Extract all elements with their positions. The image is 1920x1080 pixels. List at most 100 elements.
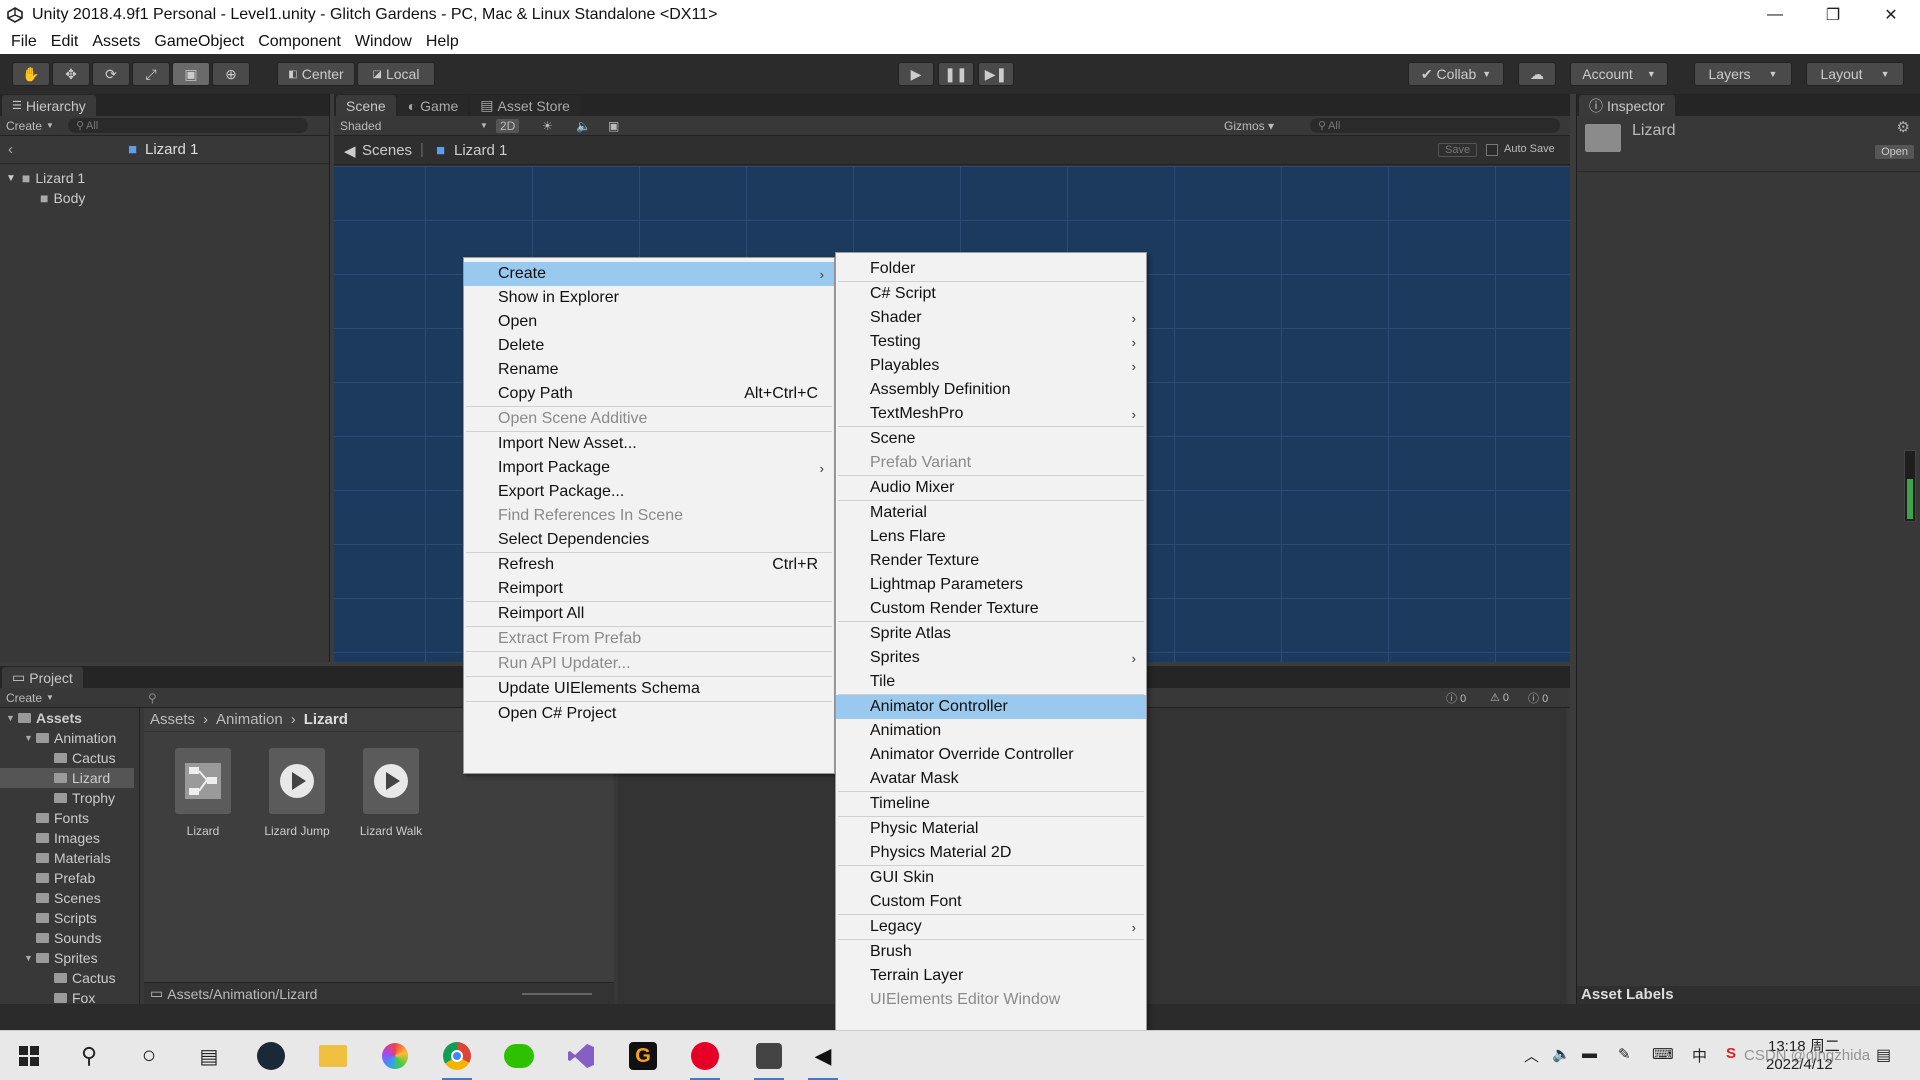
scale-tool-icon[interactable]: ⤢ bbox=[132, 62, 170, 86]
volume-icon[interactable]: 🔈 bbox=[1552, 1045, 1571, 1063]
create-menu-item-physics-material-2d[interactable]: Physics Material 2D bbox=[836, 841, 1146, 865]
effects-icon[interactable]: ▣ bbox=[608, 119, 619, 133]
move-tool-icon[interactable]: ✥ bbox=[52, 62, 90, 86]
gizmos-dropdown[interactable]: Gizmos ▾ bbox=[1224, 119, 1274, 133]
create-menu-item-playables[interactable]: Playables › bbox=[836, 354, 1146, 378]
auto-save-checkbox[interactable] bbox=[1486, 144, 1498, 156]
hierarchy-search-input[interactable]: ⚲ All bbox=[67, 118, 308, 133]
project-folder-materials[interactable]: Materials bbox=[24, 848, 111, 868]
create-menu-item-custom-render-texture[interactable]: Custom Render Texture bbox=[836, 597, 1146, 621]
console-messages-count[interactable]: ⓘ 0 bbox=[1446, 690, 1466, 706]
create-menu-item-audio-mixer[interactable]: Audio Mixer bbox=[836, 476, 1146, 500]
context-menu-item-select-dependencies[interactable]: Select Dependencies bbox=[464, 528, 834, 552]
create-menu-item-animator-override-controller[interactable]: Animator Override Controller bbox=[836, 743, 1146, 767]
pen-icon[interactable]: ✎ bbox=[1618, 1045, 1631, 1063]
breadcrumb-scenes[interactable]: Scenes bbox=[362, 142, 412, 159]
project-folder-scenes[interactable]: Scenes bbox=[24, 888, 101, 908]
menu-file[interactable]: File bbox=[4, 33, 44, 51]
create-menu-item-timeline[interactable]: Timeline bbox=[836, 792, 1146, 816]
task-view-icon[interactable]: ▤ bbox=[192, 1039, 226, 1073]
project-folder-assets[interactable]: ▼ Assets bbox=[6, 708, 82, 728]
maximize-button[interactable]: ❐ bbox=[1804, 0, 1862, 30]
breadcrumb-animation[interactable]: Animation bbox=[216, 711, 283, 728]
project-folder-trophy[interactable]: Trophy bbox=[42, 788, 115, 808]
cloud-icon[interactable]: ☁ bbox=[1518, 62, 1556, 86]
rect-tool-icon[interactable]: ▣ bbox=[172, 62, 210, 86]
wechat-icon[interactable] bbox=[502, 1039, 536, 1073]
menu-component[interactable]: Component bbox=[251, 33, 348, 51]
pivot-center-button[interactable]: ◧ Center bbox=[277, 62, 355, 86]
file-explorer-icon[interactable] bbox=[316, 1039, 350, 1073]
create-menu-item-textmeshpro[interactable]: TextMeshPro › bbox=[836, 402, 1146, 426]
pivot-local-button[interactable]: ◪ Local bbox=[357, 62, 435, 86]
back-arrow-icon[interactable]: ‹ bbox=[8, 141, 13, 158]
create-menu-item-custom-font[interactable]: Custom Font bbox=[836, 890, 1146, 914]
menu-window[interactable]: Window bbox=[348, 33, 419, 51]
context-menu-item-import-package[interactable]: Import Package › bbox=[464, 456, 834, 480]
asset-labels-header[interactable]: Asset Labels bbox=[1577, 986, 1920, 1004]
create-menu-item-shader[interactable]: Shader › bbox=[836, 306, 1146, 330]
unity-editor-icon[interactable]: ◀ bbox=[806, 1039, 840, 1080]
gear-icon[interactable]: ⚙ bbox=[1897, 118, 1910, 136]
tab-scene[interactable]: Scene bbox=[336, 95, 396, 116]
create-menu-item-tile[interactable]: Tile bbox=[836, 670, 1146, 694]
collab-button[interactable]: ✔ Collab ▼ bbox=[1408, 62, 1504, 86]
visual-studio-icon[interactable] bbox=[564, 1039, 598, 1073]
cortana-icon[interactable]: ○ bbox=[132, 1039, 166, 1073]
context-menu-item-show-in-explorer[interactable]: Show in Explorer bbox=[464, 286, 834, 310]
hand-tool-icon[interactable]: ✋ bbox=[12, 62, 50, 86]
create-menu-item-testing[interactable]: Testing › bbox=[836, 330, 1146, 354]
ime-indicator[interactable]: 中 bbox=[1692, 1045, 1707, 1066]
project-folder-sprites[interactable]: ▼ Sprites bbox=[24, 948, 98, 968]
create-menu-item-sprites[interactable]: Sprites › bbox=[836, 646, 1146, 670]
project-folder-animation[interactable]: ▼ Animation bbox=[24, 728, 116, 748]
create-menu-item-folder[interactable]: Folder bbox=[836, 257, 1146, 281]
project-folder-images[interactable]: Images bbox=[24, 828, 100, 848]
create-menu-item-legacy[interactable]: Legacy › bbox=[836, 915, 1146, 939]
app-g-icon[interactable]: G bbox=[626, 1039, 660, 1073]
create-menu-item-gui-skin[interactable]: GUI Skin bbox=[836, 866, 1146, 890]
breadcrumb-lizard[interactable]: Lizard 1 bbox=[454, 142, 507, 159]
asset-lizard-walk[interactable]: Lizard Walk bbox=[346, 748, 436, 838]
tab-game[interactable]: ◐ Game bbox=[397, 95, 469, 116]
tab-asset-store[interactable]: ▤ Asset Store bbox=[470, 95, 580, 116]
hierarchy-create-button[interactable]: Create bbox=[6, 119, 42, 133]
create-menu-item-material[interactable]: Material bbox=[836, 501, 1146, 525]
hierarchy-item-lizard-1[interactable]: ▼ ■ Lizard 1 bbox=[6, 168, 85, 188]
netease-music-icon[interactable] bbox=[688, 1039, 722, 1080]
project-folder-sounds[interactable]: Sounds bbox=[24, 928, 101, 948]
step-button[interactable]: ▶❚ bbox=[978, 62, 1014, 86]
close-button[interactable]: ✕ bbox=[1862, 0, 1920, 30]
layout-dropdown[interactable]: Layout ▼ bbox=[1806, 62, 1904, 86]
menu-help[interactable]: Help bbox=[419, 33, 466, 51]
context-menu-item-copy-path[interactable]: Copy Path Alt+Ctrl+C bbox=[464, 382, 834, 406]
rotate-tool-icon[interactable]: ⟳ bbox=[92, 62, 130, 86]
minimize-button[interactable]: — bbox=[1746, 0, 1804, 30]
zoom-slider[interactable] bbox=[522, 993, 592, 995]
pause-button[interactable]: ❚❚ bbox=[938, 62, 974, 86]
project-folder-cactus[interactable]: Cactus bbox=[42, 968, 116, 988]
console-warnings-count[interactable]: ⚠ 0 bbox=[1490, 691, 1509, 704]
create-menu-item-animation[interactable]: Animation bbox=[836, 719, 1146, 743]
project-folder-scripts[interactable]: Scripts bbox=[24, 908, 97, 928]
context-menu-item-delete[interactable]: Delete bbox=[464, 334, 834, 358]
create-menu-item-lens-flare[interactable]: Lens Flare bbox=[836, 525, 1146, 549]
asset-lizard[interactable]: Lizard bbox=[158, 748, 248, 838]
lighting-icon[interactable]: ☀ bbox=[542, 119, 553, 133]
transform-tool-icon[interactable]: ⊕ bbox=[212, 62, 250, 86]
create-menu-item-assembly-definition[interactable]: Assembly Definition bbox=[836, 378, 1146, 402]
search-icon[interactable]: ⚲ bbox=[72, 1039, 106, 1073]
context-menu-item-update-uielements-schema[interactable]: Update UIElements Schema bbox=[464, 677, 834, 701]
tab-inspector[interactable]: ⓘ Inspector bbox=[1579, 95, 1675, 116]
steam-icon[interactable] bbox=[254, 1039, 288, 1073]
shading-mode-dropdown[interactable]: Shaded bbox=[340, 119, 381, 133]
create-menu-item-lightmap-parameters[interactable]: Lightmap Parameters bbox=[836, 573, 1146, 597]
asset-lizard-jump[interactable]: Lizard Jump bbox=[252, 748, 342, 838]
scene-search-input[interactable]: ⚲ All bbox=[1310, 118, 1560, 133]
chrome-icon[interactable] bbox=[440, 1039, 474, 1080]
tab-hierarchy[interactable]: ☰ Hierarchy bbox=[2, 95, 96, 116]
battery-icon[interactable]: ▬ bbox=[1582, 1045, 1597, 1062]
windows-start-icon[interactable] bbox=[12, 1039, 46, 1073]
context-menu-item-open-c-project[interactable]: Open C# Project bbox=[464, 702, 834, 726]
context-menu-item-rename[interactable]: Rename bbox=[464, 358, 834, 382]
